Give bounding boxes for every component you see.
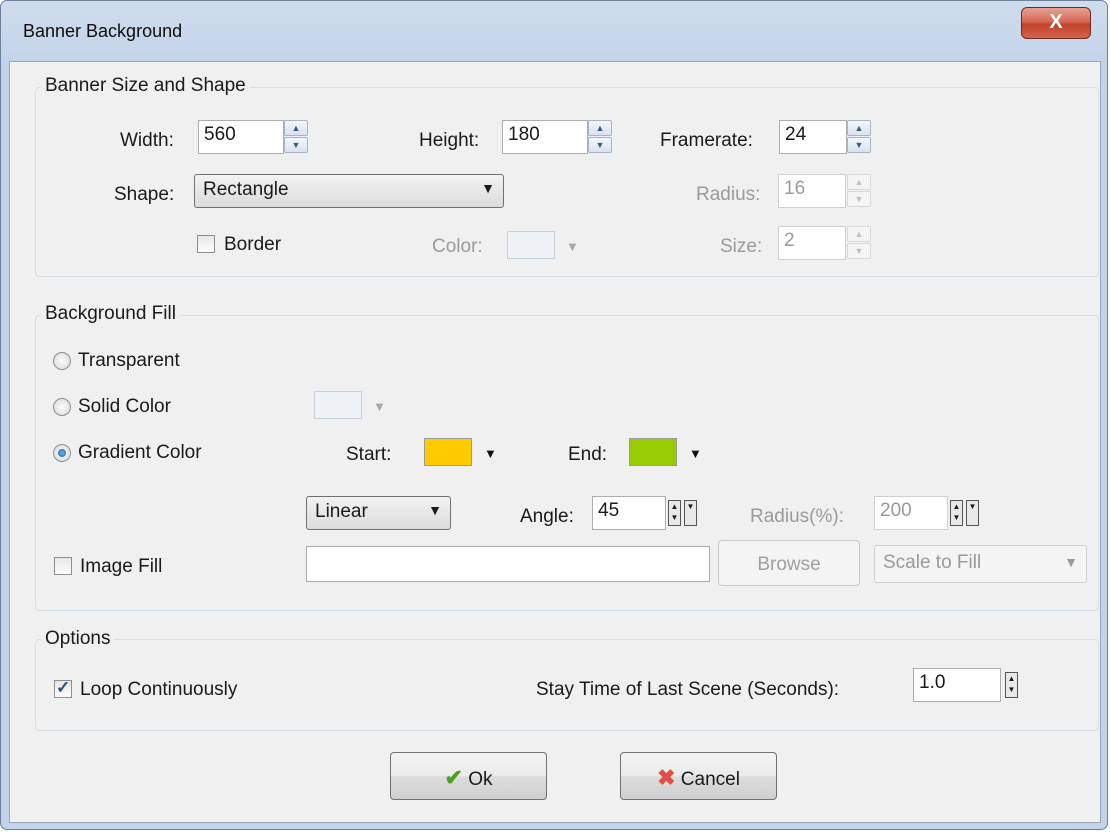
radius-percent-input[interactable]: 200 xyxy=(874,496,948,530)
gradient-end-caret-icon[interactable]: ▼ xyxy=(689,446,702,461)
solid-color-radio[interactable] xyxy=(53,398,71,416)
framerate-up-icon[interactable]: ▲ xyxy=(847,120,871,136)
loop-checkbox[interactable]: ✓ xyxy=(54,678,72,698)
scale-mode-select[interactable]: Scale to Fill ▼ xyxy=(874,545,1087,583)
shape-label: Shape: xyxy=(114,184,175,205)
angle-dropdown-icon[interactable]: ▼ xyxy=(684,500,697,526)
border-size-label: Size: xyxy=(720,236,763,257)
width-up-icon[interactable]: ▲ xyxy=(284,120,308,136)
transparent-radio[interactable] xyxy=(53,352,71,370)
border-size-spinner[interactable]: ▲ ▼ xyxy=(847,226,871,260)
framerate-label: Framerate: xyxy=(660,130,753,151)
border-size-input[interactable]: 2 xyxy=(778,226,846,260)
dialog-title: Banner Background xyxy=(23,21,183,41)
gradient-start-swatch[interactable] xyxy=(424,438,472,466)
image-path-input[interactable] xyxy=(306,546,710,582)
border-checkbox[interactable] xyxy=(197,235,215,253)
border-size-up-icon[interactable]: ▲ xyxy=(847,226,871,242)
angle-spin-icon[interactable]: ▲ ▼ xyxy=(668,500,681,526)
chevron-down-icon: ▼ xyxy=(1064,554,1078,570)
radius-percent-label: Radius(%): xyxy=(750,506,844,527)
banner-size-legend: Banner Size and Shape xyxy=(41,75,250,97)
image-fill-label: Image Fill xyxy=(80,556,163,577)
solid-color-caret-icon[interactable]: ▼ xyxy=(373,399,386,414)
radius-spinner[interactable]: ▲ ▼ xyxy=(847,174,871,208)
chevron-down-icon: ▼ xyxy=(481,180,495,196)
gradient-end-label: End: xyxy=(568,444,608,465)
transparent-label: Transparent xyxy=(78,350,180,371)
dialog-window: Banner Background X Banner Size and Shap… xyxy=(0,0,1108,830)
solid-color-label: Solid Color xyxy=(78,396,171,417)
gradient-color-radio[interactable] xyxy=(53,444,71,462)
close-button[interactable]: X xyxy=(1021,7,1091,39)
gradient-end-swatch[interactable] xyxy=(629,438,677,466)
height-down-icon[interactable]: ▼ xyxy=(588,137,612,153)
gradient-type-value: Linear xyxy=(315,501,368,522)
stay-time-input[interactable]: 1.0 xyxy=(913,668,1001,702)
angle-input[interactable]: 45 xyxy=(592,496,666,530)
scale-mode-value: Scale to Fill xyxy=(883,552,982,573)
gradient-color-label: Gradient Color xyxy=(78,442,202,463)
framerate-spinner[interactable]: ▲ ▼ xyxy=(847,120,871,154)
cancel-button[interactable]: ✖ Cancel xyxy=(620,752,777,800)
height-input[interactable]: 180 xyxy=(502,120,588,154)
checkmark-icon: ✔ xyxy=(444,765,463,790)
background-fill-legend: Background Fill xyxy=(41,303,180,325)
radius-percent-dropdown-icon[interactable]: ▼ xyxy=(966,500,979,526)
border-size-down-icon[interactable]: ▼ xyxy=(847,243,871,259)
gradient-start-caret-icon[interactable]: ▼ xyxy=(484,446,497,461)
gradient-start-label: Start: xyxy=(346,444,392,465)
radius-label: Radius: xyxy=(696,184,761,205)
border-color-swatch[interactable] xyxy=(507,231,555,259)
radius-input[interactable]: 16 xyxy=(778,174,846,208)
height-label: Height: xyxy=(419,130,480,151)
options-legend: Options xyxy=(41,628,115,650)
radio-selected-icon xyxy=(58,449,66,457)
title-bar: Banner Background X xyxy=(1,1,1109,61)
border-label: Border xyxy=(224,234,282,255)
angle-label: Angle: xyxy=(520,506,574,527)
checkmark-icon: ✓ xyxy=(56,678,71,697)
chevron-down-icon: ▼ xyxy=(428,502,442,518)
shape-select-value: Rectangle xyxy=(203,179,289,200)
loop-label: Loop Continuously xyxy=(80,679,238,700)
ok-button-label: Ok xyxy=(468,769,493,790)
width-input[interactable]: 560 xyxy=(198,120,284,154)
cancel-x-icon: ✖ xyxy=(657,765,676,790)
height-up-icon[interactable]: ▲ xyxy=(588,120,612,136)
stay-time-label: Stay Time of Last Scene (Seconds): xyxy=(536,679,840,700)
gradient-type-select[interactable]: Linear ▼ xyxy=(306,496,451,530)
radius-down-icon[interactable]: ▼ xyxy=(847,191,871,207)
border-color-label: Color: xyxy=(432,236,483,257)
stay-time-spin-icon[interactable]: ▲ ▼ xyxy=(1005,672,1018,698)
cancel-button-label: Cancel xyxy=(680,769,740,790)
ok-button[interactable]: ✔ Ok xyxy=(390,752,547,800)
border-color-caret-icon[interactable]: ▼ xyxy=(566,239,579,254)
solid-color-swatch[interactable] xyxy=(314,391,362,419)
framerate-input[interactable]: 24 xyxy=(779,120,847,154)
dialog-body: Banner Size and Shape Width: 560 ▲ ▼ Hei… xyxy=(9,61,1101,823)
image-fill-checkbox[interactable] xyxy=(54,557,72,575)
width-down-icon[interactable]: ▼ xyxy=(284,137,308,153)
height-spinner[interactable]: ▲ ▼ xyxy=(588,120,612,154)
shape-select[interactable]: Rectangle ▼ xyxy=(194,174,504,208)
browse-button-label: Browse xyxy=(757,554,821,575)
width-label: Width: xyxy=(120,130,174,151)
radius-up-icon[interactable]: ▲ xyxy=(847,174,871,190)
width-spinner[interactable]: ▲ ▼ xyxy=(284,120,308,154)
radius-percent-spin-icon[interactable]: ▲ ▼ xyxy=(950,500,963,526)
framerate-down-icon[interactable]: ▼ xyxy=(847,137,871,153)
browse-button[interactable]: Browse xyxy=(718,540,860,586)
